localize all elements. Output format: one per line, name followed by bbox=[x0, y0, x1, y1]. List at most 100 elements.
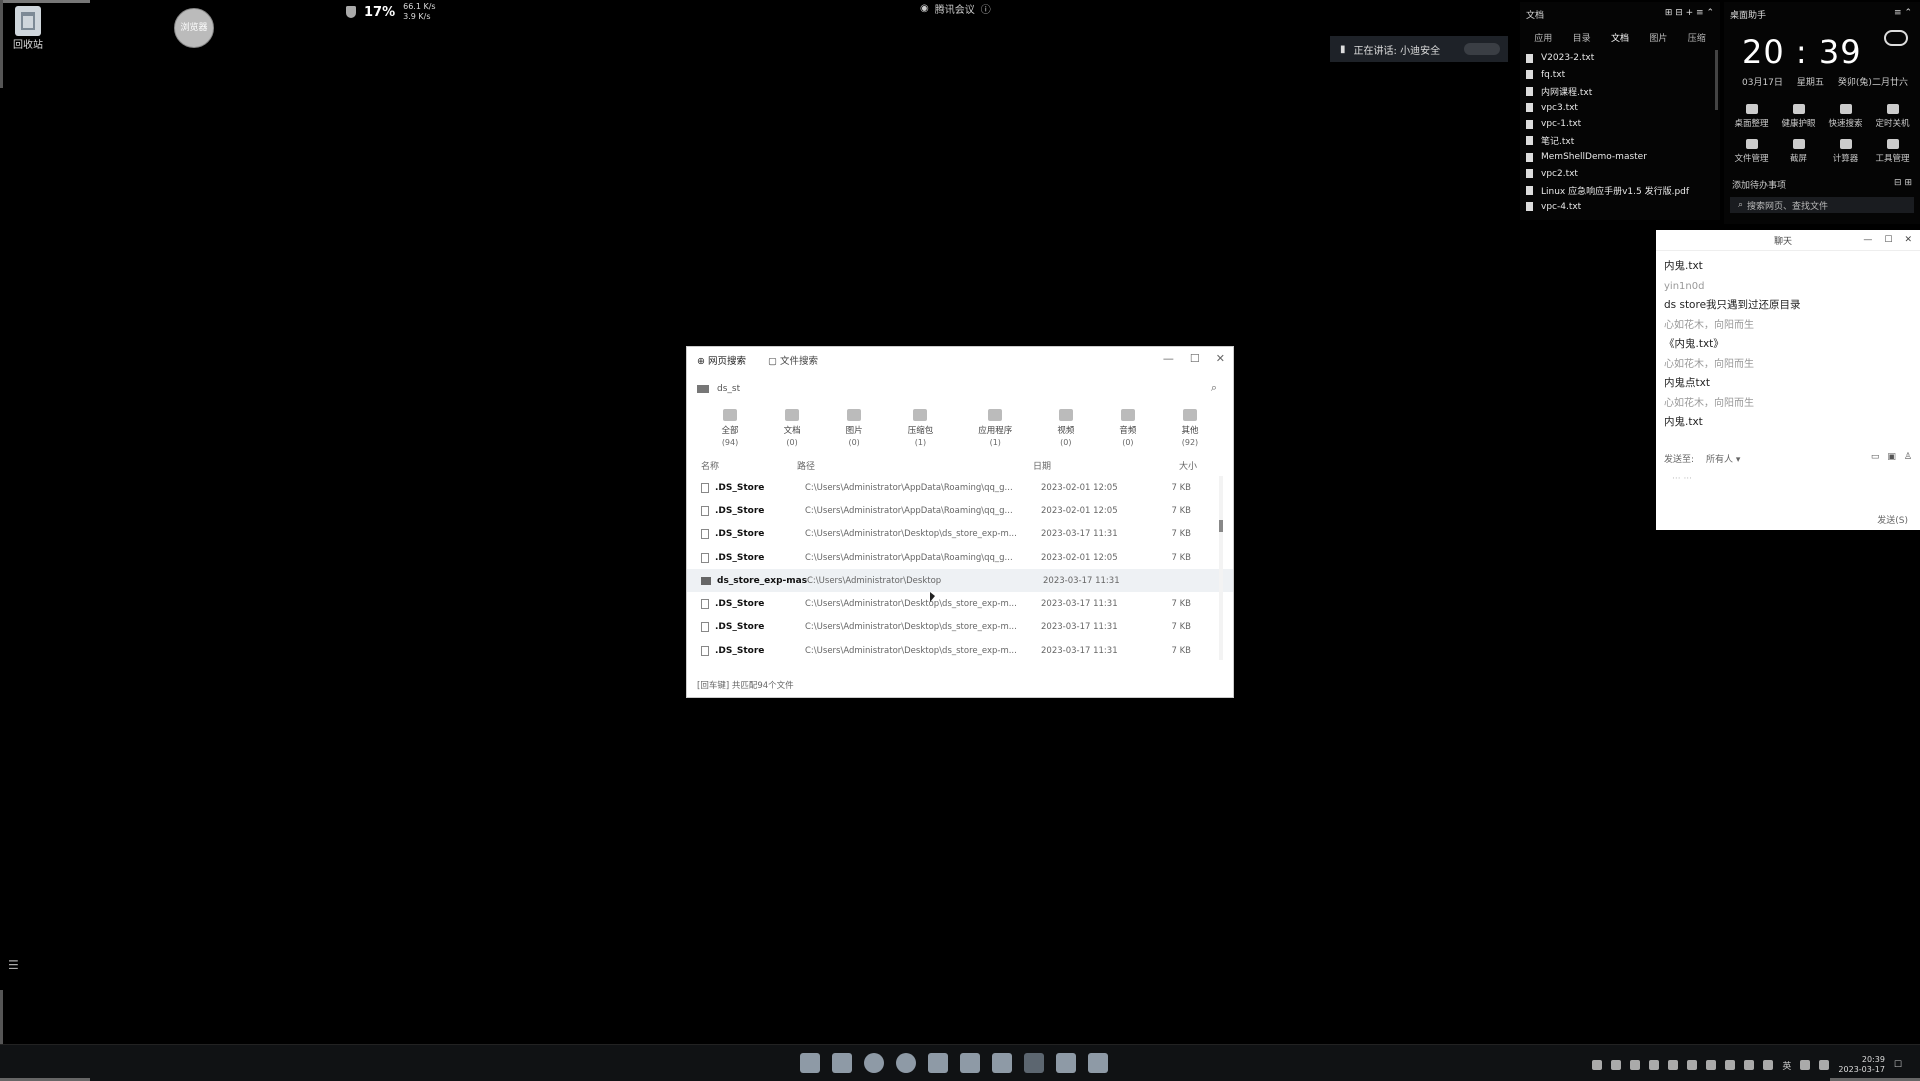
assistant-tool[interactable]: 健康护眼 bbox=[1775, 104, 1822, 129]
assistant-tool[interactable]: 截屏 bbox=[1775, 139, 1822, 164]
maximize-icon[interactable]: ☐ bbox=[1884, 235, 1892, 245]
file-widget-tab[interactable]: 压缩 bbox=[1688, 31, 1706, 44]
close-icon[interactable]: ✕ bbox=[1216, 352, 1225, 365]
tool-label: 截屏 bbox=[1789, 154, 1807, 164]
mic-icon[interactable] bbox=[1763, 1060, 1774, 1070]
assistant-tool[interactable]: 计算器 bbox=[1822, 139, 1869, 164]
file-widget-tab[interactable]: 应用 bbox=[1534, 31, 1552, 44]
usb-icon[interactable] bbox=[1744, 1060, 1755, 1070]
shield-icon[interactable] bbox=[1611, 1060, 1622, 1070]
tray-icon[interactable] bbox=[1630, 1060, 1641, 1070]
edge-browser-icon[interactable] bbox=[864, 1053, 884, 1073]
scrollbar[interactable] bbox=[1715, 50, 1718, 110]
category-filter[interactable]: 压缩包 (1) bbox=[908, 409, 933, 447]
file-widget-tab[interactable]: 目录 bbox=[1573, 31, 1591, 44]
meeting-indicator[interactable]: ◉ 腾讯会议 ⓘ bbox=[920, 1, 991, 16]
desktop-icon-browser[interactable]: 浏览器 bbox=[174, 8, 214, 48]
list-item[interactable]: vpc2.txt bbox=[1526, 166, 1714, 183]
list-item[interactable]: V2023-2.txt bbox=[1526, 50, 1714, 67]
tray-icon[interactable] bbox=[1725, 1060, 1736, 1070]
assistant-tool[interactable]: 定时关机 bbox=[1869, 104, 1916, 129]
notification-icon[interactable]: ☐ bbox=[1894, 1060, 1902, 1070]
table-row[interactable]: .DS_Store C:\Users\Administrator\Desktop\… bbox=[687, 523, 1233, 546]
folder-icon[interactable]: ▭ bbox=[1871, 452, 1880, 465]
list-item[interactable]: 笔记.txt bbox=[1526, 133, 1714, 150]
todo-controls[interactable]: ⊟ ⊞ bbox=[1894, 178, 1912, 191]
photos-icon[interactable] bbox=[960, 1053, 980, 1073]
search-app-icon[interactable] bbox=[1088, 1053, 1108, 1073]
list-item[interactable]: vpc3.txt bbox=[1526, 100, 1714, 117]
add-todo[interactable]: 添加待办事项 bbox=[1732, 178, 1786, 191]
file-widget-tab[interactable]: 文档 bbox=[1611, 31, 1629, 44]
network-monitor[interactable]: 17% 66.1 K/s 3.9 K/s bbox=[346, 2, 436, 22]
network-icon[interactable] bbox=[1800, 1060, 1811, 1070]
close-icon[interactable]: ✕ bbox=[1904, 235, 1912, 245]
table-row[interactable]: ds_store_exp-mast C:\Users\Administrator\… bbox=[687, 569, 1233, 593]
minimize-icon[interactable]: — bbox=[1863, 235, 1872, 245]
tray-icon[interactable] bbox=[1668, 1060, 1679, 1070]
list-item[interactable]: vpc-4.txt bbox=[1526, 199, 1714, 216]
category-filter[interactable]: 应用程序 (1) bbox=[978, 409, 1012, 447]
list-item[interactable]: Linux 应急响应手册v1.5 发行版.pdf bbox=[1526, 182, 1714, 199]
category-filter[interactable]: 全部 (94) bbox=[722, 409, 739, 447]
tool-icon[interactable] bbox=[992, 1053, 1012, 1073]
chat-input[interactable]: ··· ··· bbox=[1672, 474, 1692, 484]
app-icon[interactable] bbox=[1024, 1053, 1044, 1073]
send-button[interactable]: 发送(S) bbox=[1877, 513, 1908, 526]
send-to-select[interactable]: 所有人 ▾ bbox=[1706, 452, 1740, 465]
notes-icon[interactable] bbox=[928, 1053, 948, 1073]
search-bar[interactable]: ds_st ⌕ bbox=[697, 377, 1223, 401]
file-explorer-icon[interactable] bbox=[832, 1053, 852, 1073]
maximize-icon[interactable]: ☐ bbox=[1190, 352, 1200, 365]
terminal-icon[interactable] bbox=[1056, 1053, 1076, 1073]
table-row[interactable]: .DS_Store C:\Users\Administrator\AppData\… bbox=[687, 546, 1233, 569]
category-icon bbox=[1182, 409, 1197, 421]
search-icon[interactable]: ⌕ bbox=[1211, 381, 1217, 395]
assistant-controls[interactable]: ≡ ⌃ bbox=[1894, 8, 1912, 21]
list-item[interactable]: MemShellDemo-master bbox=[1526, 149, 1714, 166]
tray-icon[interactable] bbox=[1706, 1060, 1717, 1070]
tray-icon[interactable] bbox=[1592, 1060, 1603, 1070]
table-row[interactable]: .DS_Store C:\Users\Administrator\Desktop\… bbox=[687, 639, 1233, 662]
tray-icon[interactable] bbox=[1649, 1060, 1660, 1070]
column-name[interactable]: 名称 bbox=[701, 459, 797, 472]
category-filter[interactable]: 视频 (0) bbox=[1057, 409, 1074, 447]
column-path[interactable]: 路径 bbox=[797, 459, 1033, 472]
start-icon[interactable] bbox=[800, 1053, 820, 1073]
category-filter[interactable]: 其他 (92) bbox=[1181, 409, 1198, 447]
search-query[interactable]: ds_st bbox=[717, 384, 740, 394]
volume-icon[interactable] bbox=[1819, 1060, 1830, 1070]
assistant-tool[interactable]: 快速搜索 bbox=[1822, 104, 1869, 129]
file-widget-tab[interactable]: 图片 bbox=[1649, 31, 1667, 44]
tab-web-search[interactable]: ⊕ 网页搜索 bbox=[697, 353, 746, 367]
desktop-icon-recycle-bin[interactable]: 回收站 bbox=[10, 6, 46, 51]
category-filter[interactable]: 图片 (0) bbox=[846, 409, 863, 447]
table-row[interactable]: .DS_Store C:\Users\Administrator\AppData\… bbox=[687, 476, 1233, 499]
assistant-tool[interactable]: 文件管理 bbox=[1728, 139, 1775, 164]
screenshot-icon[interactable]: ▣ bbox=[1887, 452, 1896, 465]
table-row[interactable]: .DS_Store C:\Users\Administrator\Desktop\… bbox=[687, 616, 1233, 639]
scrollbar-thumb[interactable] bbox=[1219, 520, 1223, 532]
tray-icon[interactable] bbox=[1687, 1060, 1698, 1070]
ime-icon[interactable]: 英 bbox=[1782, 1059, 1791, 1072]
category-filter[interactable]: 文档 (0) bbox=[784, 409, 801, 447]
browser-icon[interactable] bbox=[896, 1053, 916, 1073]
scrollbar[interactable] bbox=[1219, 476, 1223, 660]
list-item[interactable]: 内网课程.txt bbox=[1526, 83, 1714, 100]
assistant-search[interactable]: ⌕ 搜索网页、查找文件 bbox=[1730, 197, 1914, 213]
assistant-tool[interactable]: 桌面整理 bbox=[1728, 104, 1775, 129]
category-filter[interactable]: 音频 (0) bbox=[1119, 409, 1136, 447]
list-icon[interactable]: ☰ bbox=[8, 958, 19, 972]
table-row[interactable]: .DS_Store C:\Users\Administrator\Desktop\… bbox=[687, 592, 1233, 615]
taskbar-clock[interactable]: 20:39 2023-03-17 bbox=[1838, 1055, 1885, 1075]
table-row[interactable]: .DS_Store C:\Users\Administrator\AppData\… bbox=[687, 499, 1233, 522]
minimize-icon[interactable]: — bbox=[1163, 352, 1174, 365]
list-item[interactable]: fq.txt bbox=[1526, 67, 1714, 84]
list-item[interactable]: vpc-1.txt bbox=[1526, 116, 1714, 133]
file-icon bbox=[701, 645, 709, 656]
user-icon[interactable]: ♙ bbox=[1904, 452, 1912, 465]
tab-file-search[interactable]: ▢ 文件搜索 bbox=[768, 353, 818, 367]
column-date[interactable]: 日期 bbox=[1033, 459, 1157, 472]
column-size[interactable]: 大小 bbox=[1157, 459, 1197, 472]
assistant-tool[interactable]: 工具管理 bbox=[1869, 139, 1916, 164]
